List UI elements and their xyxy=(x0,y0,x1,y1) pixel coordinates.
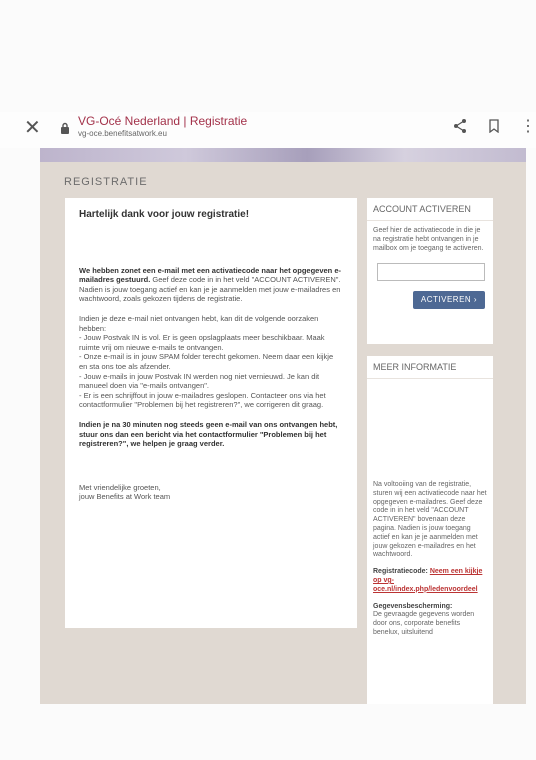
account-activate-box: ACCOUNT ACTIVEREN Geef hier de activatie… xyxy=(367,198,493,344)
confirmation-panel: Hartelijk dank voor jouw registratie! We… xyxy=(65,198,357,628)
closing-greeting: Met vriendelijke groeten, xyxy=(79,482,161,492)
header-banner xyxy=(40,148,526,162)
info-title: MEER INFORMATIE xyxy=(367,356,493,379)
privacy-note: Gegevensbescherming: De gevraagde gegeve… xyxy=(373,603,487,638)
cause-3: - Jouw e-mails in jouw Postvak IN werden… xyxy=(79,371,320,391)
intro-paragraph: We hebben zonet een e-mail met een activ… xyxy=(79,266,343,304)
activate-instructions: Geef hier de activatiecode in die je na … xyxy=(373,227,484,252)
web-page: REGISTRATIE Hartelijk dank voor jouw reg… xyxy=(40,148,526,704)
browser-toolbar: ✕ VG-Océ Nederland | Registratie vg-oce.… xyxy=(0,112,536,148)
confirmation-title: Hartelijk dank voor jouw registratie! xyxy=(79,209,250,220)
registration-code-note: Registratiecode: Neem een kijkje op vg-o… xyxy=(373,568,487,594)
closing-signature: jouw Benefits at Work team xyxy=(79,492,171,502)
share-icon[interactable] xyxy=(452,118,468,134)
reg-code-label: Registratiecode: xyxy=(373,568,428,576)
activate-button[interactable]: ACTIVEREN › xyxy=(413,291,485,310)
info-text: Na voltooiing van de registratie, sturen… xyxy=(373,481,487,559)
help-paragraph: Indien je na 30 minuten nog steeds geen … xyxy=(79,419,338,449)
lock-icon xyxy=(61,122,69,134)
causes-intro: Indien je deze e-mail niet ontvangen heb… xyxy=(79,313,334,410)
cause-2: - Onze e-mail is in jouw SPAM folder ter… xyxy=(79,352,334,371)
cause-4: - Er is een schrijffout in jouw e-mailad… xyxy=(79,390,326,410)
cause-1: - Jouw Postvak IN is vol. Er is geen ops… xyxy=(79,333,325,352)
more-info-box: MEER INFORMATIE Na voltooiing van de reg… xyxy=(367,356,493,704)
privacy-text: De gevraagde gegevens worden door ons, c… xyxy=(373,611,475,636)
page-title: REGISTRATIE xyxy=(64,176,148,188)
close-icon[interactable]: ✕ xyxy=(24,118,41,138)
activate-title: ACCOUNT ACTIVEREN xyxy=(367,198,493,221)
bookmark-icon[interactable] xyxy=(488,119,500,133)
more-menu-icon[interactable]: ⋮ xyxy=(520,119,536,135)
activation-code-input[interactable] xyxy=(377,263,485,282)
tab-title: VG-Océ Nederland | Registratie xyxy=(78,114,248,128)
closing: Met vriendelijke groeten, jouw Benefits … xyxy=(79,483,343,502)
privacy-label: Gegevensbescherming: xyxy=(373,602,453,610)
address-area[interactable]: VG-Océ Nederland | Registratie vg-oce.be… xyxy=(78,114,247,138)
url-text: vg-oce.benefitsatwork.eu xyxy=(78,129,167,138)
